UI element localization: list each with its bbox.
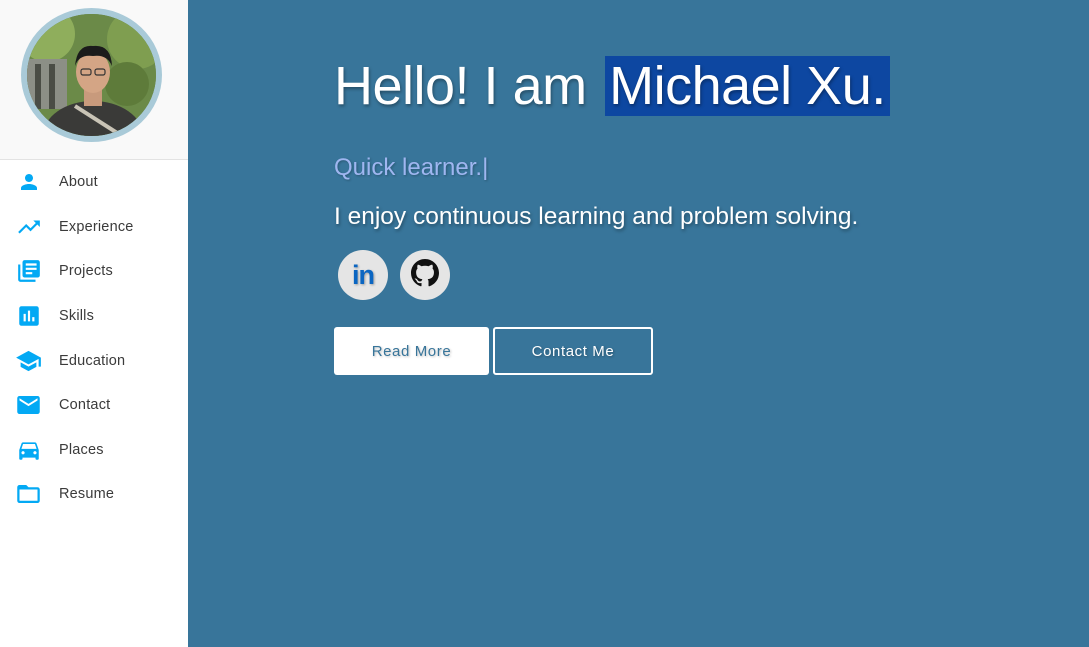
hero-name: Michael Xu. — [605, 56, 890, 116]
sidebar-item-education[interactable]: Education — [0, 338, 188, 383]
sidebar-item-places[interactable]: Places — [0, 428, 188, 473]
sidebar-item-skills[interactable]: Skills — [0, 294, 188, 339]
avatar — [21, 8, 162, 142]
sidebar-nav: About Experience Projects Skills Educati… — [0, 160, 188, 517]
greeting-text: Hello! I am — [334, 56, 587, 116]
typed-text: Quick learner.| — [334, 154, 488, 182]
profile-header — [0, 0, 188, 160]
library-books-icon — [15, 258, 42, 285]
github-icon — [411, 258, 439, 292]
sidebar-item-label: Resume — [59, 486, 115, 503]
sidebar-item-label: Projects — [59, 263, 113, 280]
sidebar-item-about[interactable]: About — [0, 160, 188, 205]
sidebar: About Experience Projects Skills Educati… — [0, 0, 188, 647]
hero-heading: Hello! I am Michael Xu. — [334, 55, 890, 117]
bar-chart-icon — [15, 303, 42, 330]
sidebar-item-label: Education — [59, 352, 126, 369]
linkedin-icon: in — [352, 259, 375, 290]
mail-icon — [15, 392, 42, 419]
sidebar-item-label: Contact — [59, 397, 111, 414]
sidebar-item-contact[interactable]: Contact — [0, 383, 188, 428]
sidebar-item-label: Experience — [59, 218, 134, 235]
sidebar-item-projects[interactable]: Projects — [0, 249, 188, 294]
sidebar-item-label: Places — [59, 441, 104, 458]
typing-cursor: | — [482, 154, 489, 181]
sidebar-item-experience[interactable]: Experience — [0, 205, 188, 250]
car-icon — [15, 436, 42, 463]
typed-phrase: Quick learner. — [334, 154, 483, 181]
sidebar-item-label: Skills — [59, 308, 95, 325]
hero-tagline: I enjoy continuous learning and problem … — [334, 203, 859, 230]
linkedin-button[interactable]: in — [338, 250, 388, 300]
graduation-cap-icon — [15, 347, 42, 374]
sidebar-item-resume[interactable]: Resume — [0, 472, 188, 517]
hero-section: Hello! I am Michael Xu. Quick learner.| … — [188, 0, 1089, 647]
github-button[interactable] — [400, 250, 450, 300]
read-more-button[interactable]: Read More — [334, 327, 489, 375]
folder-icon — [15, 481, 42, 508]
sidebar-item-label: About — [59, 174, 98, 191]
contact-me-button[interactable]: Contact Me — [493, 327, 653, 375]
trending-up-icon — [15, 213, 42, 240]
person-icon — [15, 169, 42, 196]
